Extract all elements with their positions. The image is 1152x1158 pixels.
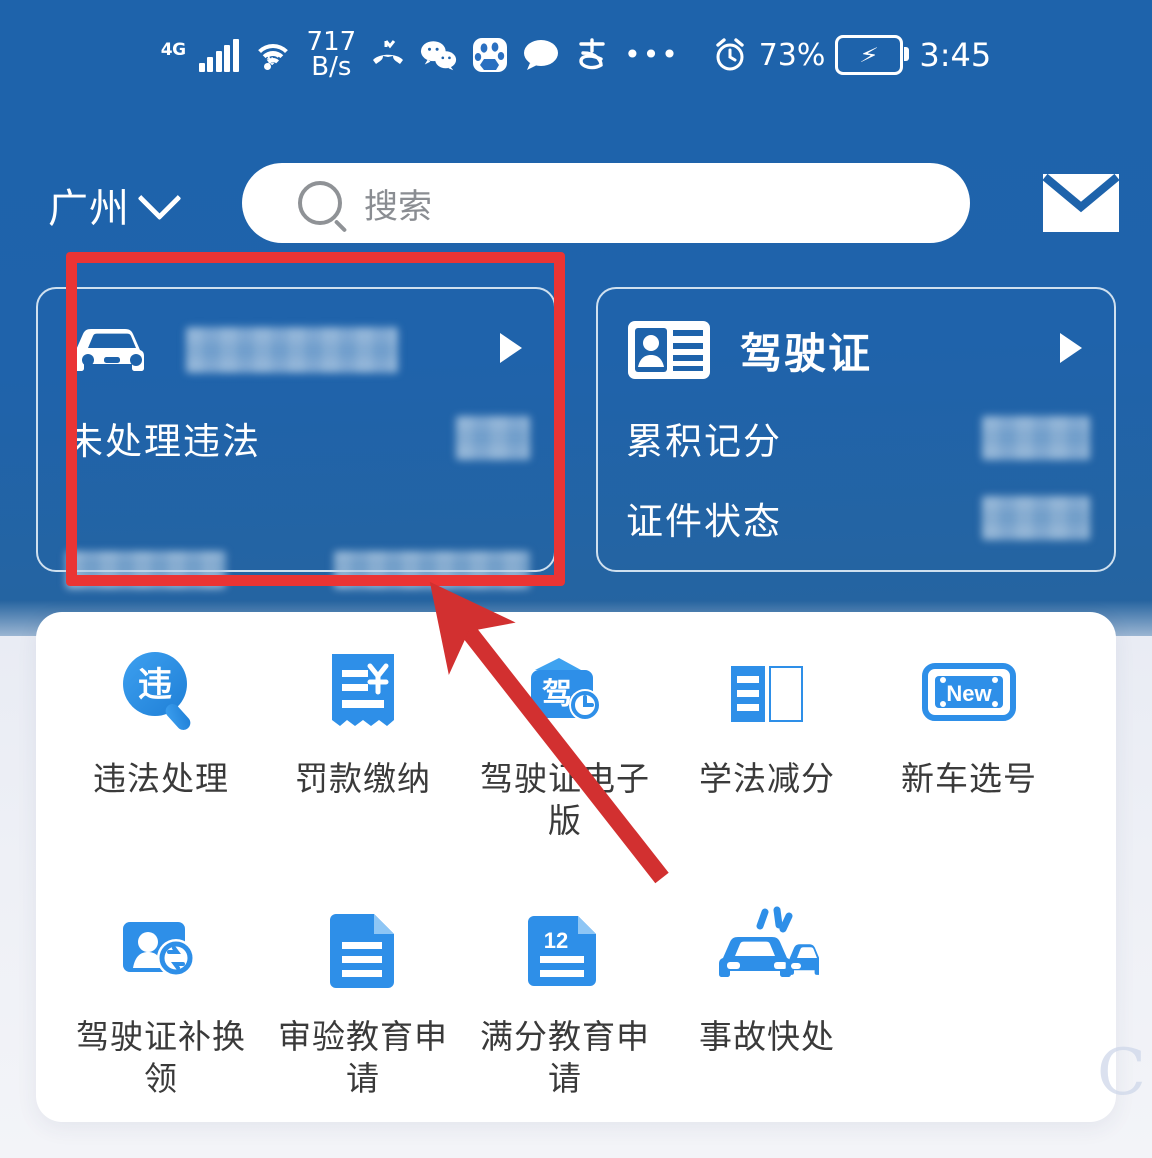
document-icon	[320, 904, 406, 1000]
services-panel: 违 违法处理 罚款缴纳 驾 驾驶证电子版 学法减分 New 新车选号 驾驶证补换…	[36, 612, 1116, 1122]
chevron-down-icon	[137, 176, 182, 220]
license-row-label: 累积记分	[626, 420, 782, 463]
alipay-icon	[573, 36, 611, 74]
driver-license-card[interactable]: 驾驶证 累积记分 证件状态	[596, 287, 1116, 572]
wifi-icon: ⇅	[251, 38, 294, 72]
service-item-fine-payment[interactable]: 罚款缴纳	[262, 646, 464, 842]
license-row-status: 证件状态	[626, 491, 1090, 545]
city-selector[interactable]: 广州	[48, 176, 182, 234]
watermark: C	[1097, 1036, 1146, 1110]
search-input[interactable]: 搜索	[242, 163, 970, 243]
search-icon	[298, 181, 342, 225]
service-item-digital-license[interactable]: 驾 驾驶证电子版	[464, 646, 666, 842]
battery-icon: ⚡	[835, 35, 910, 75]
violation-search-icon: 违	[113, 646, 209, 742]
status-bar: 4G ⇅ 717 B/s ••• 73% ⚡ 3:45	[0, 0, 1152, 110]
network-speed-unit: B/s	[311, 52, 352, 82]
network-speed: 717 B/s	[307, 29, 357, 82]
svg-text:12: 12	[544, 928, 568, 953]
service-label: 审验教育申请	[278, 1017, 448, 1098]
service-item-accident-quick-handling[interactable]: 事故快处	[666, 904, 868, 1100]
phone-screen: 4G ⇅ 717 B/s ••• 73% ⚡ 3:45 广州 搜索 未处理违法 …	[0, 0, 1152, 1158]
license-card-title: 驾驶证	[740, 328, 873, 378]
envelope-icon[interactable]	[1040, 171, 1122, 235]
clock-time: 3:45	[919, 36, 992, 74]
services-row-1: 违 违法处理 罚款缴纳 驾 驾驶证电子版 学法减分 New 新车选号	[36, 646, 1116, 842]
open-book-icon	[721, 646, 813, 742]
highlight-box-annotation	[66, 252, 565, 586]
service-item-review-education[interactable]: 审验教育申请	[262, 904, 464, 1100]
service-item-new-plate[interactable]: New 新车选号	[868, 646, 1070, 842]
service-label: 新车选号	[901, 759, 1037, 798]
service-item-full-points-education[interactable]: 12 满分教育申请	[464, 904, 666, 1100]
service-item-violation-handling[interactable]: 违 违法处理	[60, 646, 262, 842]
receipt-yuan-icon	[318, 646, 408, 742]
battery-percent: 73%	[758, 37, 826, 73]
search-placeholder: 搜索	[364, 186, 432, 227]
document-12-icon: 12	[522, 904, 608, 1000]
signal-bars-icon	[198, 38, 239, 72]
service-label: 事故快处	[699, 1017, 835, 1056]
services-grid: 违 违法处理 罚款缴纳 驾 驾驶证电子版 学法减分 New 新车选号 驾驶证补换…	[36, 646, 1116, 1100]
svg-text:New: New	[946, 681, 992, 706]
service-label: 违法处理	[93, 759, 229, 798]
header-bar: 广州 搜索	[0, 155, 1152, 255]
license-renew-icon	[113, 904, 209, 1000]
service-item-empty	[868, 904, 1070, 1100]
alarm-clock-icon	[711, 36, 749, 74]
more-dots-icon: •••	[624, 38, 680, 71]
service-label: 满分教育申请	[480, 1017, 650, 1098]
svg-text:违: 违	[138, 665, 172, 705]
service-label: 罚款缴纳	[295, 759, 431, 798]
service-label: 驾驶证补换领	[76, 1017, 246, 1098]
city-label: 广州	[48, 186, 130, 232]
license-status-value-redacted	[982, 496, 1090, 540]
new-plate-icon: New	[919, 646, 1019, 742]
service-label: 学法减分	[699, 759, 835, 798]
wechat-icon	[420, 36, 458, 74]
license-row-label: 证件状态	[626, 500, 782, 543]
baidu-icon	[471, 36, 509, 74]
services-row-2: 驾驶证补换领 审验教育申请 12 满分教育申请 事故快处	[36, 904, 1116, 1100]
play-arrow-icon[interactable]	[1060, 333, 1082, 363]
service-item-license-renewal[interactable]: 驾驶证补换领	[60, 904, 262, 1100]
crash-cars-icon	[715, 904, 819, 1000]
id-card-icon	[628, 321, 710, 379]
service-item-study-points[interactable]: 学法减分	[666, 646, 868, 842]
status-bar-right: 73% ⚡ 3:45	[711, 35, 992, 75]
digital-license-icon: 驾	[517, 646, 613, 742]
message-bubble-icon	[522, 36, 560, 74]
network-type-label: 4G	[160, 40, 186, 60]
svg-text:驾: 驾	[542, 677, 572, 712]
license-points-value-redacted	[982, 416, 1090, 460]
missed-call-icon	[369, 36, 407, 74]
service-label: 驾驶证电子版	[480, 759, 650, 840]
license-card-header: 驾驶证	[626, 315, 1088, 385]
license-row-points: 累积记分	[626, 411, 1090, 465]
